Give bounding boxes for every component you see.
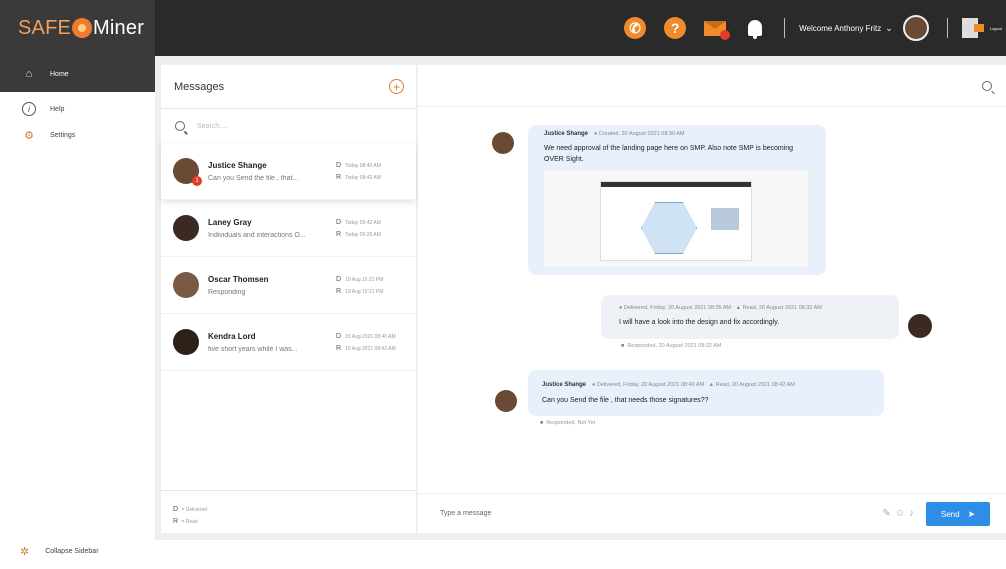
attachment-image[interactable]: [544, 171, 808, 267]
conversation-name: Laney Gray: [208, 217, 252, 227]
conversation-name: Justice Shange: [208, 160, 267, 170]
phone-icon[interactable]: ✆: [624, 17, 647, 39]
send-label: Send: [940, 509, 960, 519]
message-input[interactable]: Type a message ✎ ☺ ♪ Send ➤: [418, 493, 1006, 533]
mail-icon[interactable]: [704, 17, 731, 40]
emoji-icon[interactable]: ☺: [895, 508, 905, 519]
collapse-label: Collapse Sidebar: [45, 548, 99, 555]
sidebar-item-label: Settings: [50, 131, 76, 139]
avatar: [173, 272, 199, 298]
conversation-preview: Can you Send the file , that...: [208, 174, 299, 182]
logout-icon[interactable]: [961, 18, 984, 38]
message-bubble: Justice Shange ● Delivered, Friday, 20 Au…: [528, 370, 884, 416]
chat-header: [418, 65, 1006, 107]
conversation-times: D Today 05:42 AM R Today 06:20 AM: [336, 218, 381, 238]
sidebar-item-help[interactable]: i Help: [0, 96, 155, 122]
conversation-preview: five short years while I was...: [208, 345, 298, 353]
new-message-button[interactable]: +: [389, 79, 404, 94]
gear-icon: ⚙: [24, 129, 34, 142]
avatar[interactable]: [902, 15, 929, 41]
message-placeholder: Type a message: [440, 510, 492, 517]
mic-icon[interactable]: ♪: [909, 508, 914, 519]
mail-badge: [720, 29, 731, 40]
conversation-item[interactable]: Kendra Lord five short years while I was.…: [161, 314, 416, 371]
conversation-item[interactable]: Laney Gray Individuals and interactions O…: [161, 200, 416, 257]
avatar: [908, 314, 932, 338]
search-icon[interactable]: [982, 81, 992, 91]
top-bar: SAFE Miner ✆ ? Welcome Anthony Fritz ⌄ L…: [0, 0, 1006, 56]
chevron-down-icon: ⌄: [885, 22, 893, 33]
divider: [946, 18, 948, 38]
search-placeholder: Search....: [197, 122, 227, 130]
brand-logo[interactable]: SAFE Miner: [0, 0, 155, 56]
avatar: [173, 215, 199, 241]
sidebar-item-settings[interactable]: ⚙ Settings: [0, 122, 155, 148]
conversation-times: D 19 Aug 15:21 PM R 19 Aug 15:21 PM: [336, 275, 384, 295]
message-text: I will have a look into the design and f…: [619, 319, 780, 326]
help-icon: i: [22, 102, 36, 116]
conversation-list: 1 Justice Shange Can you Send the file , t…: [161, 143, 416, 371]
conversation-name: Oscar Thomsen: [208, 274, 269, 284]
collapse-icon: ✲: [20, 546, 30, 558]
home-icon: ⌂: [25, 68, 33, 80]
divider: [161, 490, 416, 491]
conversation-times: D 15 Aug 2021 08:40 AM R 15 Aug 2021 08:42 …: [336, 332, 396, 352]
sidebar-item-home[interactable]: ⌂ Home: [0, 56, 155, 92]
sidebar: ⌂ Home i Help ⚙ Settings: [0, 56, 155, 536]
avatar: [173, 329, 199, 355]
collapse-sidebar-button[interactable]: ✲ Collapse Sidebar: [20, 545, 99, 558]
send-button[interactable]: Send ➤: [926, 502, 990, 526]
unread-badge: 1: [192, 176, 202, 186]
logout-button[interactable]: Logout: [990, 26, 1002, 31]
avatar: 1: [173, 158, 202, 186]
conversation-item[interactable]: Oscar Thomsen Responding D 19 Aug 15:21 PM R…: [161, 257, 416, 314]
user-menu[interactable]: Welcome Anthony Fritz ⌄: [799, 23, 893, 34]
message-bubble: ● Delivered, Friday, 20 August 2021 08:3…: [601, 295, 899, 339]
sidebar-item-label: Help: [50, 105, 65, 113]
status-legend: D = Delivered R = Read: [173, 506, 207, 525]
bell-icon[interactable]: [744, 17, 766, 39]
message-bubble: Justice Shange ● Created, 20 August 2021 …: [528, 125, 826, 275]
message-text: Can you Send the file , that needs those…: [542, 397, 709, 404]
brand-miner: Miner: [93, 16, 145, 39]
welcome-text: Welcome Anthony Fritz: [799, 23, 882, 33]
divider: [784, 18, 786, 38]
miner-logo-icon: [72, 18, 93, 38]
conversation-preview: Responding: [208, 288, 246, 296]
search-icon: [175, 121, 185, 131]
help-icon[interactable]: ?: [664, 17, 687, 39]
responded-status: Responded, 20 August 2021 08:32 AM: [621, 343, 721, 349]
conversation-times: D Today 08:40 AM R Today 08:42 AM: [336, 161, 381, 181]
responded-status: Responded, Not Yet: [540, 420, 595, 426]
avatar: [495, 390, 517, 412]
chat-panel: Justice Shange ● Created, 20 August 2021 …: [418, 65, 1006, 533]
attach-icon[interactable]: ✎: [882, 508, 890, 519]
messages-panel: Messages + Search.... 1 Justice Shange Can…: [161, 65, 416, 533]
conversation-preview: Individuals and interactions O...: [208, 231, 306, 239]
sidebar-item-label: Home: [50, 70, 69, 78]
conversation-item[interactable]: 1 Justice Shange Can you Send the file , t…: [161, 143, 416, 200]
avatar: [492, 132, 514, 154]
brand-safe: SAFE: [18, 16, 72, 39]
send-icon: ➤: [967, 508, 976, 519]
conversation-name: Kendra Lord: [208, 331, 256, 341]
message-text: We need approval of the landing page her…: [544, 145, 794, 163]
search-input[interactable]: Search....: [161, 109, 416, 143]
messages-title: Messages: [174, 80, 225, 93]
